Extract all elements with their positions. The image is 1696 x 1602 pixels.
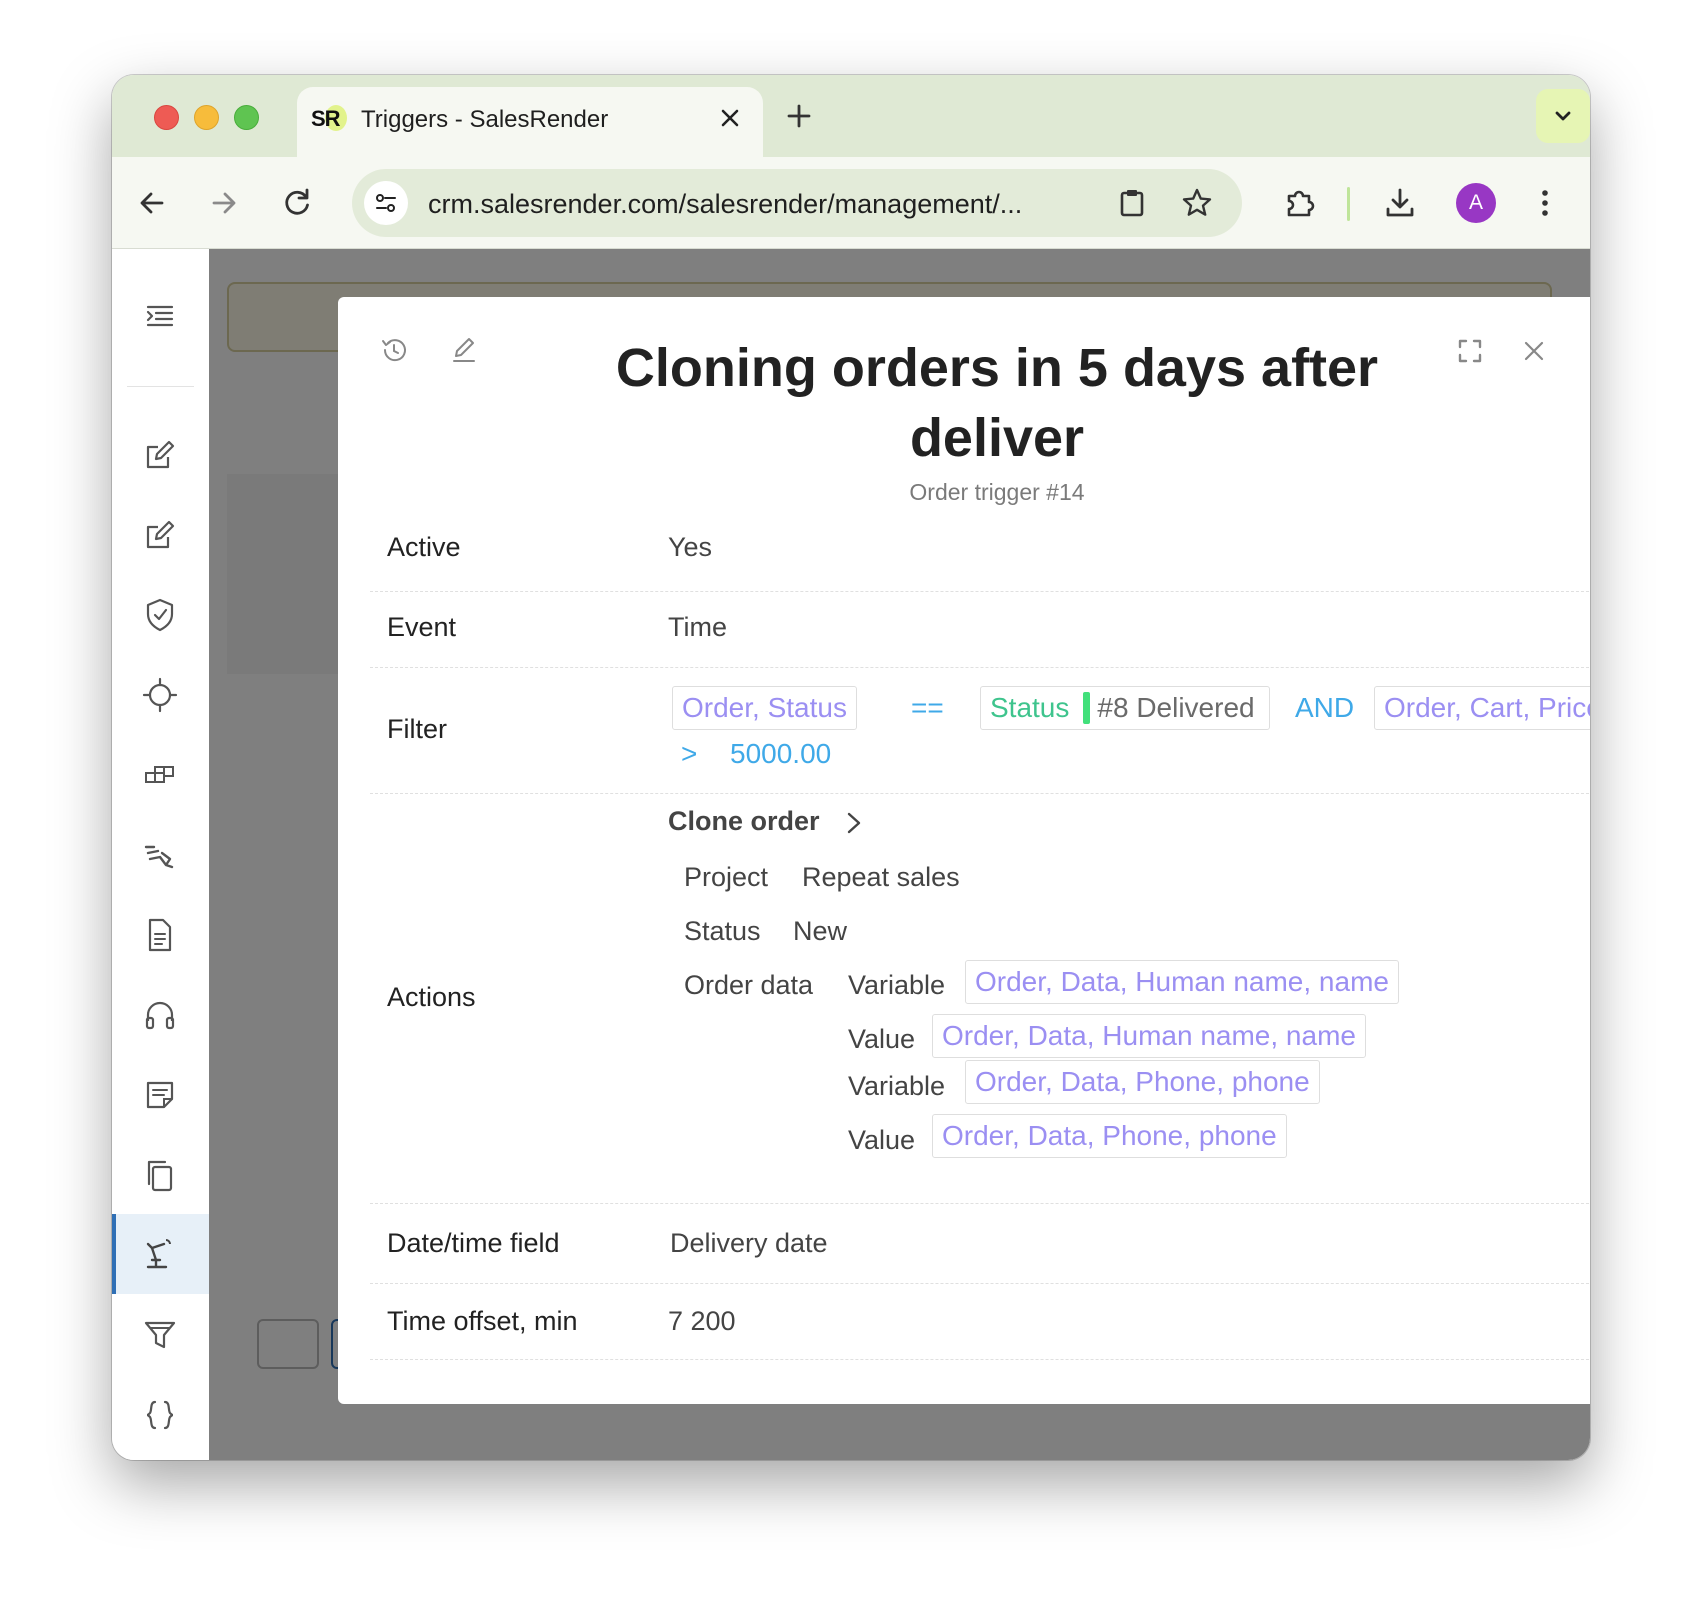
new-tab-icon[interactable] bbox=[782, 99, 816, 133]
status-label: Status bbox=[684, 916, 761, 946]
row-datetime-field: Date/time field Delivery date bbox=[370, 1204, 1590, 1284]
url-text[interactable]: crm.salesrender.com/salesrender/manageme… bbox=[428, 189, 1088, 220]
row-time-offset: Time offset, min 7 200 bbox=[370, 1284, 1590, 1360]
tab-title: Triggers - SalesRender bbox=[361, 106, 609, 133]
event-label: Event bbox=[387, 612, 457, 642]
value-label: Value bbox=[848, 1024, 916, 1054]
value-label: Value bbox=[848, 1125, 916, 1155]
actions-label: Actions bbox=[387, 982, 476, 1012]
history-icon[interactable] bbox=[378, 334, 410, 366]
copy-icon[interactable] bbox=[140, 1155, 180, 1195]
value-chip[interactable]: Order, Data, Phone, phone bbox=[932, 1114, 1287, 1158]
reload-icon[interactable] bbox=[279, 185, 315, 221]
project-label: Project bbox=[684, 862, 769, 892]
offset-label: Time offset, min bbox=[387, 1306, 578, 1336]
project-value: Repeat sales bbox=[802, 862, 960, 892]
status-color-bar bbox=[1083, 691, 1091, 724]
more-menu-icon[interactable] bbox=[1527, 185, 1563, 221]
back-arrow-icon[interactable] bbox=[134, 185, 170, 221]
page-content: 1 Cloning orders in 5 days after delive bbox=[112, 249, 1590, 1460]
variable-chip[interactable]: Order, Data, Human name, name bbox=[965, 960, 1399, 1004]
filter-value: 5000.00 bbox=[730, 738, 832, 769]
document-icon[interactable] bbox=[140, 915, 180, 955]
crosshair-icon[interactable] bbox=[140, 675, 180, 715]
trigger-detail-modal: Cloning orders in 5 days after deliver O… bbox=[338, 297, 1590, 1404]
datetime-value: Delivery date bbox=[670, 1228, 828, 1258]
close-tab-icon[interactable] bbox=[715, 103, 745, 133]
robot-arm-icon[interactable] bbox=[140, 1234, 180, 1274]
tune-icon bbox=[376, 194, 396, 212]
robot-hand-icon[interactable] bbox=[140, 835, 180, 875]
filter-field-chip[interactable]: Order, Cart, Price bbox=[1374, 686, 1590, 730]
filter-operator: == bbox=[911, 692, 944, 723]
trigger-subtitle: Order trigger #14 bbox=[909, 479, 1085, 505]
funnel-icon[interactable] bbox=[140, 1315, 180, 1355]
close-window-button[interactable] bbox=[154, 105, 179, 130]
braces-icon[interactable] bbox=[140, 1395, 180, 1435]
tab-search-button[interactable] bbox=[1536, 89, 1590, 143]
minimize-window-button[interactable] bbox=[194, 105, 219, 130]
datetime-label: Date/time field bbox=[387, 1228, 560, 1258]
event-value: Time bbox=[668, 612, 727, 642]
profile-avatar[interactable]: A bbox=[1456, 183, 1496, 223]
salesrender-favicon-icon: SR bbox=[311, 104, 347, 134]
clipboard-icon[interactable] bbox=[1115, 186, 1149, 220]
close-modal-icon[interactable] bbox=[1518, 335, 1550, 367]
site-settings-button[interactable] bbox=[364, 181, 408, 225]
shield-check-icon[interactable] bbox=[140, 595, 180, 635]
extensions-puzzle-icon[interactable] bbox=[1282, 185, 1318, 221]
maximize-window-button[interactable] bbox=[234, 105, 259, 130]
browser-toolbar: crm.salesrender.com/salesrender/manageme… bbox=[112, 157, 1590, 249]
app-sidebar bbox=[112, 249, 209, 1460]
action-name[interactable]: Clone order bbox=[668, 806, 820, 837]
chevron-right-icon[interactable] bbox=[842, 808, 866, 838]
row-event: Event Time bbox=[370, 592, 1590, 668]
bookmark-star-icon[interactable] bbox=[1180, 186, 1214, 220]
forward-arrow-icon[interactable] bbox=[206, 185, 242, 221]
filter-label: Filter bbox=[387, 714, 447, 744]
order-data-label: Order data bbox=[684, 970, 814, 1000]
status-value: New bbox=[793, 916, 848, 946]
browser-tab[interactable]: SR Triggers - SalesRender bbox=[297, 87, 763, 157]
toolbar-divider bbox=[1347, 187, 1350, 221]
variable-label: Variable bbox=[848, 1071, 946, 1101]
browser-window: SR Triggers - SalesRender crm.salesrende… bbox=[112, 75, 1590, 1460]
filter-conjunction: AND bbox=[1295, 692, 1355, 723]
filter-status-chip[interactable]: Status #8 Delivered bbox=[980, 686, 1270, 730]
filter-operator: > bbox=[681, 738, 698, 769]
download-icon[interactable] bbox=[1382, 185, 1418, 221]
variable-chip[interactable]: Order, Data, Phone, phone bbox=[965, 1060, 1320, 1104]
status-chip-label: Status bbox=[990, 692, 1070, 723]
menu-collapse-icon[interactable] bbox=[140, 297, 180, 337]
fullscreen-icon[interactable] bbox=[1454, 335, 1486, 367]
address-bar[interactable]: crm.salesrender.com/salesrender/manageme… bbox=[352, 169, 1242, 237]
headset-icon[interactable] bbox=[140, 995, 180, 1035]
row-actions: Actions Clone order Project Repeat sales… bbox=[370, 794, 1590, 1204]
variable-label: Variable bbox=[848, 970, 946, 1000]
status-chip-value: #8 Delivered bbox=[1097, 692, 1255, 723]
chevron-down-icon bbox=[1555, 111, 1571, 121]
tab-strip: SR Triggers - SalesRender bbox=[112, 75, 1590, 157]
sidebar-divider bbox=[127, 386, 194, 387]
pencil-edit-icon[interactable] bbox=[448, 334, 480, 366]
active-value: Yes bbox=[668, 532, 713, 562]
blocks-icon[interactable] bbox=[140, 755, 180, 795]
row-filter: Filter Order, Status == Status #8 Deliver… bbox=[370, 668, 1590, 794]
trigger-title: Cloning orders in 5 days after deliver bbox=[615, 338, 1379, 468]
offset-value: 7 200 bbox=[668, 1306, 736, 1336]
notes-icon[interactable] bbox=[140, 1075, 180, 1115]
row-active: Active Yes bbox=[370, 512, 1590, 592]
active-label: Active bbox=[387, 532, 461, 562]
filter-field-chip[interactable]: Order, Status bbox=[672, 686, 857, 730]
edit-icon[interactable] bbox=[140, 515, 180, 555]
value-chip[interactable]: Order, Data, Human name, name bbox=[932, 1014, 1366, 1058]
edit-icon[interactable] bbox=[140, 435, 180, 475]
